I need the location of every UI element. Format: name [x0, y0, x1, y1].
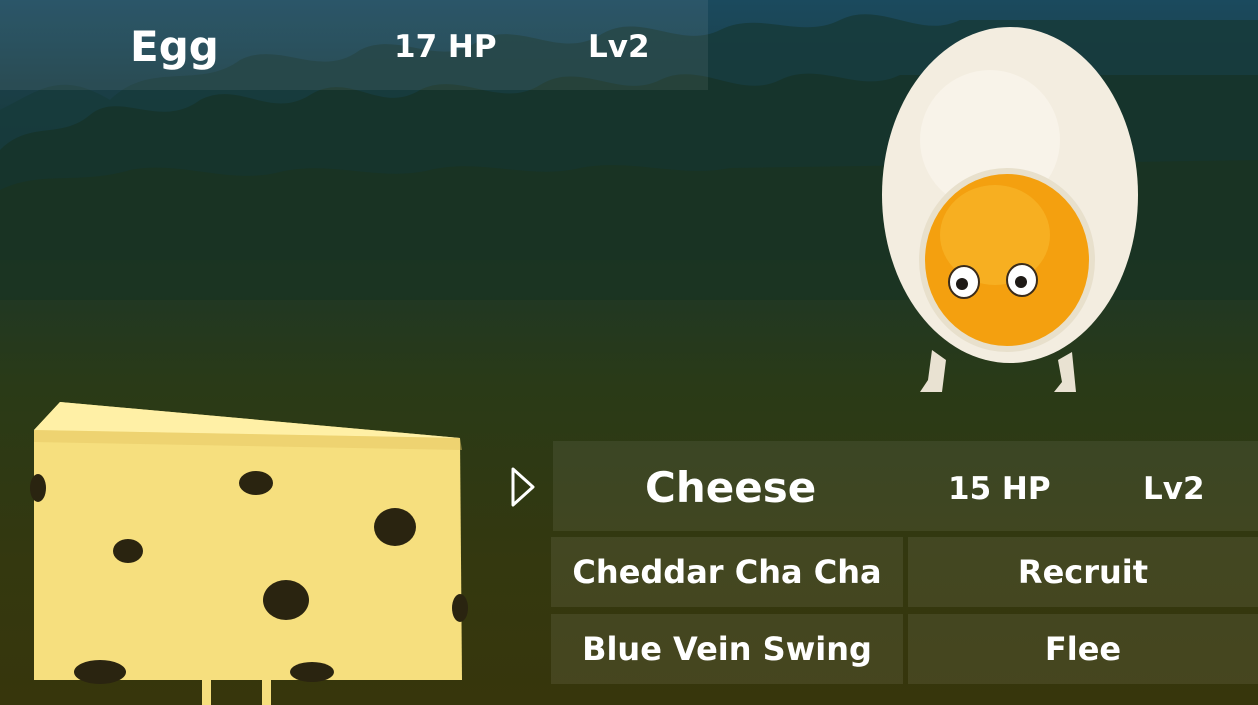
player-status-panel: Cheese 15 HP Lv2	[553, 441, 1258, 531]
enemy-status-panel: Egg 17 HP Lv2	[0, 0, 708, 90]
enemy-name: Egg	[130, 22, 219, 71]
action-button-blue-vein-swing[interactable]: Blue Vein Swing	[551, 614, 903, 684]
egg-character-sprite	[882, 27, 1138, 392]
battle-scene: Egg 17 HP Lv2 Cheese 15 HP Lv2 Cheddar C…	[0, 0, 1258, 705]
triangle-right-outline-icon	[511, 467, 535, 507]
action-button-flee[interactable]: Flee	[908, 614, 1258, 684]
cheese-character-sprite	[30, 402, 468, 705]
player-name: Cheese	[645, 463, 817, 512]
player-hp: 15 HP	[948, 471, 1051, 507]
enemy-level: Lv2	[588, 29, 650, 65]
action-button-recruit[interactable]: Recruit	[908, 537, 1258, 607]
player-level: Lv2	[1143, 471, 1205, 507]
action-button-cheddar-cha-cha[interactable]: Cheddar Cha Cha	[551, 537, 903, 607]
enemy-hp: 17 HP	[394, 29, 497, 65]
